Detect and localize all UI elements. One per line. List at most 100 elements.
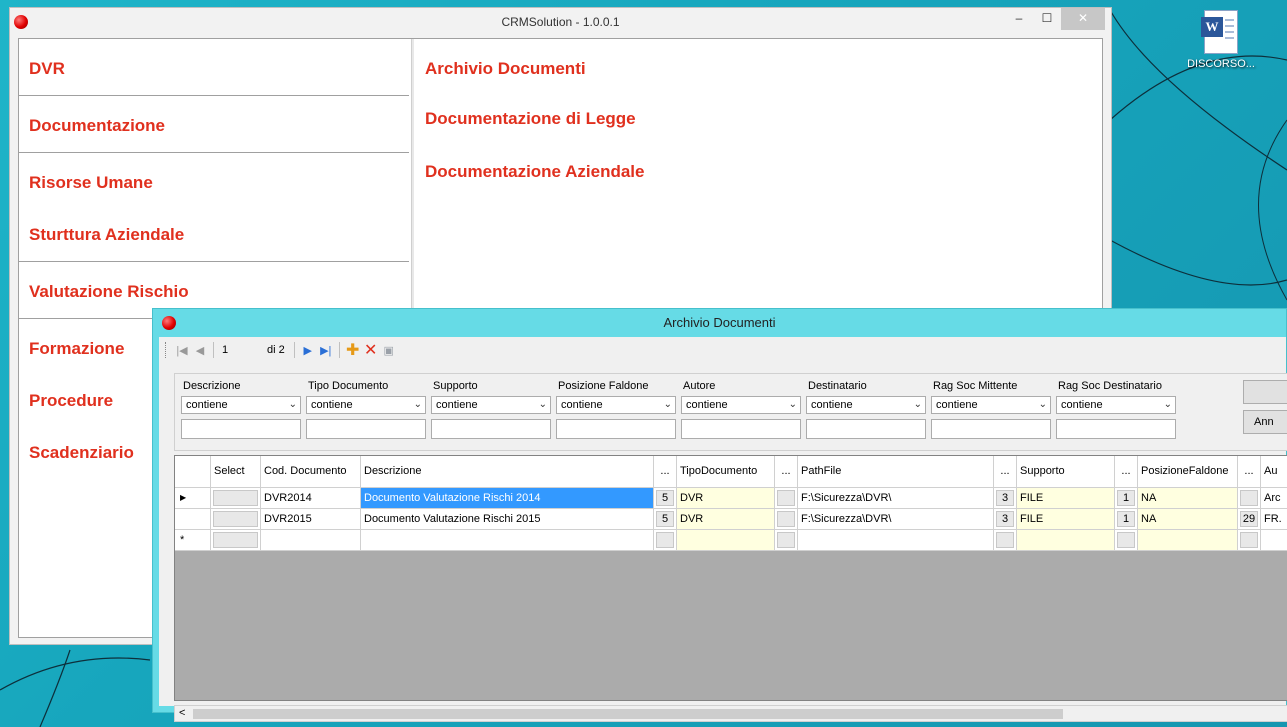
cell-autore-lookup-button[interactable] <box>1238 530 1261 551</box>
filter-text-input[interactable] <box>181 419 301 439</box>
filter-text-input[interactable] <box>931 419 1051 439</box>
filter-text-input[interactable] <box>681 419 801 439</box>
cell-path-file[interactable] <box>798 530 994 551</box>
cell-supporto-lookup-button[interactable] <box>994 530 1017 551</box>
cell-tipo-lookup-button[interactable]: 5 <box>654 488 677 509</box>
menu-item-dvr[interactable]: DVR <box>29 59 65 79</box>
row-header[interactable]: ▶ <box>175 488 211 509</box>
filter-text-input[interactable] <box>1056 419 1176 439</box>
filter-operator-select[interactable]: contiene ⌄ <box>556 396 676 414</box>
desktop-word-document[interactable]: W DISCORSO... <box>1186 10 1256 70</box>
cell-supporto[interactable]: FILE <box>1017 509 1115 530</box>
column-header[interactable]: Cod. Documento <box>261 456 361 488</box>
cell-tipo-lookup-button[interactable] <box>654 530 677 551</box>
column-header[interactable]: PathFile <box>798 456 994 488</box>
cell-supporto[interactable] <box>1017 530 1115 551</box>
main-window-titlebar[interactable]: CRMSolution - 1.0.0.1 – ☐ ✕ <box>10 8 1111 38</box>
move-last-icon[interactable]: ▶| <box>318 341 334 359</box>
scroll-thumb[interactable] <box>193 709 1063 719</box>
cell-path-lookup-button[interactable] <box>775 530 798 551</box>
filter-text-input[interactable] <box>306 419 426 439</box>
move-next-icon[interactable]: ▶ <box>300 341 316 359</box>
row-header[interactable] <box>175 509 211 530</box>
cell-supporto[interactable]: FILE <box>1017 488 1115 509</box>
toolbar-grip[interactable] <box>165 342 168 358</box>
column-header[interactable]: ... <box>1115 456 1138 488</box>
column-header[interactable]: TipoDocumento <box>677 456 775 488</box>
filter-text-input[interactable] <box>431 419 551 439</box>
archive-window-titlebar[interactable]: Archivio Documenti <box>153 309 1286 337</box>
menu-item-risorse-umane[interactable]: Risorse Umane <box>29 173 153 193</box>
column-header[interactable]: ... <box>1238 456 1261 488</box>
cell-cod-documento[interactable]: DVR2015 <box>261 509 361 530</box>
menu-item-formazione[interactable]: Formazione <box>29 339 124 359</box>
filter-operator-select[interactable]: contiene ⌄ <box>306 396 426 414</box>
menu-item-struttura-aziendale[interactable]: Sturttura Aziendale <box>29 225 184 245</box>
menu-item-procedure[interactable]: Procedure <box>29 391 113 411</box>
select-cell-button[interactable] <box>211 509 261 530</box>
move-previous-icon[interactable]: ◀ <box>192 341 208 359</box>
close-button[interactable]: ✕ <box>1061 8 1105 30</box>
select-cell-button[interactable] <box>211 488 261 509</box>
filter-operator-select[interactable]: contiene ⌄ <box>806 396 926 414</box>
cell-descrizione[interactable]: Documento Valutazione Rischi 2015 <box>361 509 654 530</box>
cell-path-lookup-button[interactable] <box>775 488 798 509</box>
cell-tipo-documento[interactable]: DVR <box>677 488 775 509</box>
add-new-icon[interactable]: ✚ <box>345 341 361 359</box>
submenu-archivio-documenti[interactable]: Archivio Documenti <box>425 59 586 79</box>
cell-descrizione[interactable]: Documento Valutazione Rischi 2014 <box>361 488 654 509</box>
menu-item-valutazione-rischio[interactable]: Valutazione Rischio <box>29 282 189 302</box>
cell-posizione-lookup-button[interactable] <box>1115 530 1138 551</box>
cell-autore[interactable] <box>1261 530 1287 551</box>
cell-tipo-documento[interactable] <box>677 530 775 551</box>
grid-horizontal-scrollbar[interactable]: < <box>174 705 1287 722</box>
cancel-filter-button[interactable]: Ann <box>1243 410 1287 434</box>
column-header[interactable]: Supporto <box>1017 456 1115 488</box>
cell-posizione-lookup-button[interactable]: 1 <box>1115 488 1138 509</box>
cell-autore[interactable]: FR. <box>1261 509 1287 530</box>
cell-autore-lookup-button[interactable]: 29 <box>1238 509 1261 530</box>
cell-posizione-faldone[interactable] <box>1138 530 1238 551</box>
cell-cod-documento[interactable]: DVR2014 <box>261 488 361 509</box>
column-header[interactable]: Au <box>1261 456 1287 488</box>
menu-item-scadenziario[interactable]: Scadenziario <box>29 443 134 463</box>
filter-text-input[interactable] <box>806 419 926 439</box>
cell-path-file[interactable]: F:\Sicurezza\DVR\ <box>798 509 994 530</box>
menu-item-documentazione[interactable]: Documentazione <box>29 116 165 136</box>
cell-posizione-faldone[interactable]: NA <box>1138 509 1238 530</box>
submenu-documentazione-aziendale[interactable]: Documentazione Aziendale <box>425 162 644 182</box>
cell-posizione-lookup-button[interactable]: 1 <box>1115 509 1138 530</box>
filter-operator-select[interactable]: contiene ⌄ <box>681 396 801 414</box>
filter-operator-select[interactable]: contiene ⌄ <box>1056 396 1176 414</box>
select-cell-button[interactable] <box>211 530 261 551</box>
filter-text-input[interactable] <box>556 419 676 439</box>
cell-supporto-lookup-button[interactable]: 3 <box>994 488 1017 509</box>
cell-path-file[interactable]: F:\Sicurezza\DVR\ <box>798 488 994 509</box>
minimize-button[interactable]: – <box>1005 8 1033 30</box>
delete-icon[interactable]: ✕ <box>363 341 379 359</box>
cell-autore[interactable]: Arc <box>1261 488 1287 509</box>
cell-autore-lookup-button[interactable] <box>1238 488 1261 509</box>
filter-operator-select[interactable]: contiene ⌄ <box>431 396 551 414</box>
submenu-documentazione-di-legge[interactable]: Documentazione di Legge <box>425 109 636 129</box>
cell-supporto-lookup-button[interactable]: 3 <box>994 509 1017 530</box>
save-icon[interactable]: ▣ <box>381 341 397 359</box>
move-first-icon[interactable]: |◀ <box>174 341 190 359</box>
cell-tipo-documento[interactable]: DVR <box>677 509 775 530</box>
cell-cod-documento[interactable] <box>261 530 361 551</box>
cell-path-lookup-button[interactable] <box>775 509 798 530</box>
cell-descrizione[interactable] <box>361 530 654 551</box>
search-button[interactable] <box>1243 380 1287 404</box>
row-header[interactable]: * <box>175 530 211 551</box>
maximize-button[interactable]: ☐ <box>1033 8 1061 30</box>
column-header[interactable]: ... <box>654 456 677 488</box>
column-header[interactable]: ... <box>775 456 798 488</box>
column-header[interactable]: ... <box>994 456 1017 488</box>
column-header[interactable]: Select <box>211 456 261 488</box>
column-header[interactable]: PosizioneFaldone <box>1138 456 1238 488</box>
filter-operator-select[interactable]: contiene ⌄ <box>931 396 1051 414</box>
column-header[interactable]: Descrizione <box>361 456 654 488</box>
scroll-left-icon[interactable]: < <box>179 707 185 719</box>
cell-posizione-faldone[interactable]: NA <box>1138 488 1238 509</box>
position-input[interactable] <box>219 341 259 359</box>
